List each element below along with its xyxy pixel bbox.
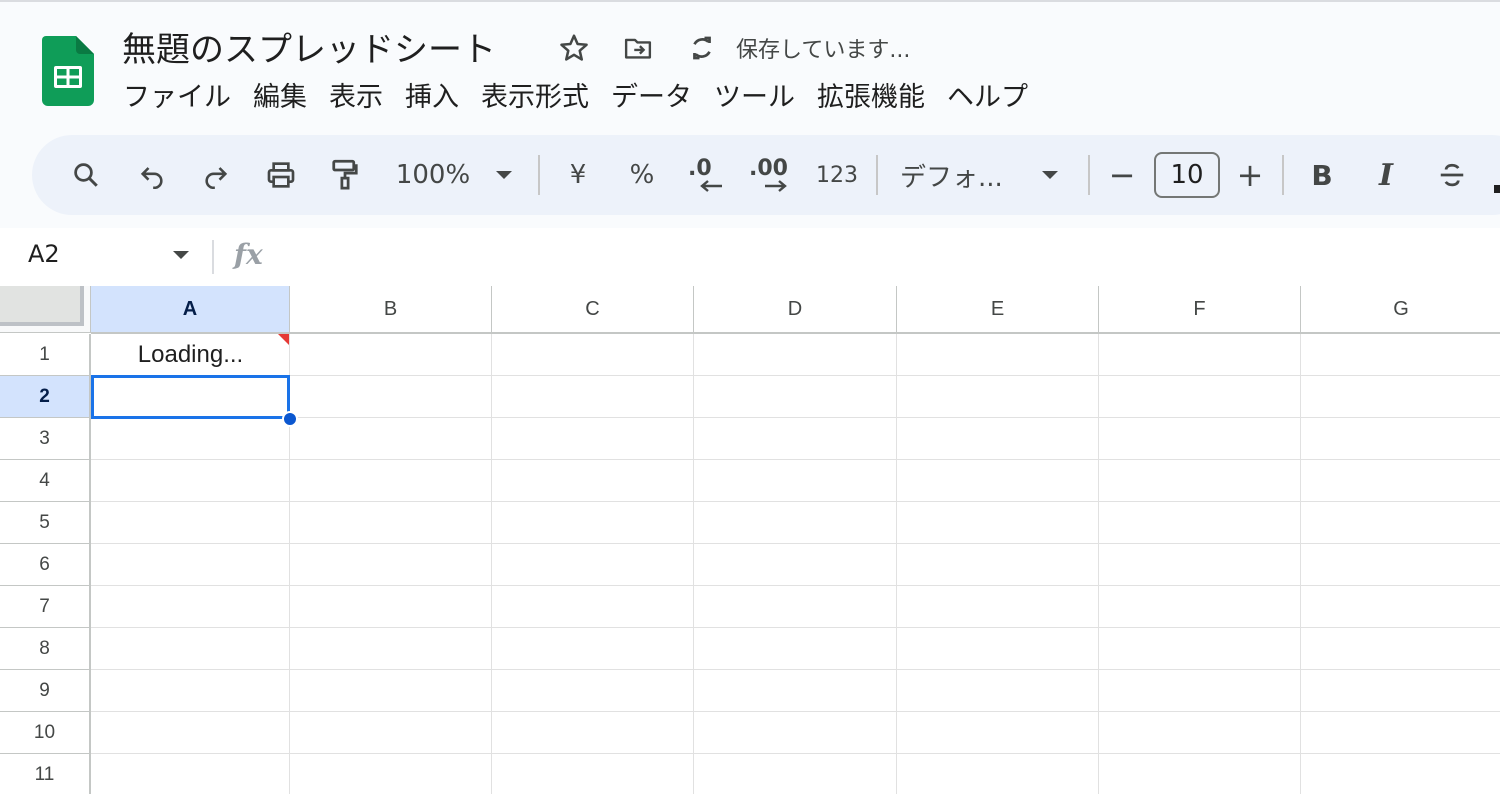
- text-color-icon[interactable]: [1492, 135, 1500, 215]
- row-header-2[interactable]: 2: [0, 376, 91, 418]
- search-menus-button[interactable]: [62, 135, 110, 215]
- formula-bar-divider: [212, 240, 214, 274]
- font-size-input[interactable]: 10: [1154, 152, 1220, 198]
- gridline: [1098, 334, 1099, 794]
- paint-format-icon: [332, 159, 358, 190]
- arrow-left-icon: [700, 180, 722, 192]
- spreadsheet-grid[interactable]: A B C D E F G 1 2 3 4 5 6 7 8 9 10 11 Lo…: [0, 286, 1500, 794]
- cell-a1[interactable]: Loading...: [91, 334, 290, 376]
- menu-extensions[interactable]: 拡張機能: [806, 76, 936, 120]
- more-formats-button[interactable]: 123: [812, 135, 862, 215]
- menu-file[interactable]: ファイル: [112, 76, 242, 120]
- undo-button[interactable]: [128, 135, 176, 215]
- select-all-corner[interactable]: [0, 286, 91, 333]
- paint-format-button[interactable]: [322, 135, 368, 215]
- fill-handle[interactable]: [282, 411, 298, 427]
- toolbar-divider: [538, 155, 540, 195]
- gridline: [91, 669, 1500, 670]
- decrease-font-size-button[interactable]: −: [1104, 135, 1140, 215]
- zoom-dropdown-icon[interactable]: [490, 135, 518, 215]
- menu-data[interactable]: データ: [600, 76, 703, 120]
- gridline: [91, 627, 1500, 628]
- sheets-logo-icon[interactable]: [42, 36, 94, 106]
- gridline: [91, 711, 1500, 712]
- redo-button[interactable]: [192, 135, 240, 215]
- column-header-c[interactable]: C: [492, 286, 694, 334]
- row-header-10[interactable]: 10: [0, 712, 91, 754]
- toolbar-divider: [1088, 155, 1090, 195]
- fx-icon: fx: [234, 238, 263, 271]
- gridline: [91, 753, 1500, 754]
- comment-indicator[interactable]: [278, 334, 289, 345]
- toolbar: 100% ¥ % .0 .00 123 デフォ... − 10 + B I: [32, 135, 1500, 215]
- increase-decimal-button[interactable]: .00: [746, 135, 798, 215]
- bold-button[interactable]: B: [1302, 135, 1342, 215]
- row-header-4[interactable]: 4: [0, 460, 91, 502]
- column-header-f[interactable]: F: [1099, 286, 1301, 334]
- save-status: 保存しています...: [736, 38, 911, 63]
- menu-edit[interactable]: 編集: [242, 76, 318, 120]
- gridline: [91, 585, 1500, 586]
- menu-help[interactable]: ヘルプ: [936, 76, 1039, 120]
- menu-format[interactable]: 表示形式: [470, 76, 600, 120]
- gridline: [91, 543, 1500, 544]
- column-header-g[interactable]: G: [1301, 286, 1500, 334]
- increase-font-size-button[interactable]: +: [1232, 135, 1268, 215]
- star-icon[interactable]: [556, 30, 592, 66]
- menu-bar: ファイル 編集 表示 挿入 表示形式 データ ツール 拡張機能 ヘルプ: [112, 76, 1039, 120]
- column-header-d[interactable]: D: [694, 286, 897, 334]
- arrow-right-icon: [765, 180, 787, 192]
- column-header-a[interactable]: A: [91, 286, 290, 334]
- redo-icon: [205, 167, 228, 189]
- menu-insert[interactable]: 挿入: [394, 76, 470, 120]
- gridline: [1300, 334, 1301, 794]
- print-button[interactable]: [256, 135, 306, 215]
- gridline: [896, 334, 897, 794]
- row-header-1[interactable]: 1: [0, 334, 91, 376]
- column-header-e[interactable]: E: [897, 286, 1099, 334]
- decrease-decimal-button[interactable]: .0: [682, 135, 730, 215]
- gridline: [91, 459, 1500, 460]
- row-header-6[interactable]: 6: [0, 544, 91, 586]
- toolbar-divider: [876, 155, 878, 195]
- name-box[interactable]: A2: [28, 240, 60, 268]
- frozen-corner-handle[interactable]: [0, 286, 84, 326]
- undo-icon: [140, 167, 163, 189]
- gridline: [491, 334, 492, 794]
- font-dropdown-icon[interactable]: [1036, 135, 1064, 215]
- percent-format-button[interactable]: %: [622, 135, 662, 215]
- menu-tools[interactable]: ツール: [703, 76, 806, 120]
- row-header-5[interactable]: 5: [0, 502, 91, 544]
- row-header-7[interactable]: 7: [0, 586, 91, 628]
- zoom-select[interactable]: 100%: [390, 135, 476, 215]
- gridline: [693, 334, 694, 794]
- strikethrough-icon: [1440, 163, 1464, 187]
- name-box-dropdown-icon[interactable]: [172, 250, 190, 260]
- menu-view[interactable]: 表示: [318, 76, 394, 120]
- app-header: 無題のスプレッドシート 保存しています... ファイル 編集 表示 挿入 表示形…: [0, 0, 1500, 228]
- sync-icon: [684, 30, 720, 66]
- toolbar-divider: [1282, 155, 1284, 195]
- row-header-11[interactable]: 11: [0, 754, 91, 794]
- currency-format-button[interactable]: ¥: [558, 135, 598, 215]
- row-header-3[interactable]: 3: [0, 418, 91, 460]
- document-title[interactable]: 無題のスプレッドシート: [122, 22, 496, 71]
- search-icon: [74, 163, 98, 187]
- row-header-9[interactable]: 9: [0, 670, 91, 712]
- formula-input[interactable]: [290, 238, 1480, 276]
- active-cell-a2[interactable]: [91, 375, 290, 419]
- move-to-folder-icon[interactable]: [620, 30, 656, 66]
- gridline: [91, 375, 1500, 376]
- font-family-select[interactable]: デフォ...: [900, 135, 1022, 215]
- strikethrough-button[interactable]: [1430, 135, 1474, 215]
- column-header-b[interactable]: B: [290, 286, 492, 334]
- italic-button[interactable]: I: [1366, 135, 1406, 215]
- gridline: [91, 501, 1500, 502]
- print-icon: [267, 162, 295, 188]
- gridline: [91, 417, 1500, 418]
- formula-bar: A2 fx: [0, 228, 1500, 286]
- row-header-8[interactable]: 8: [0, 628, 91, 670]
